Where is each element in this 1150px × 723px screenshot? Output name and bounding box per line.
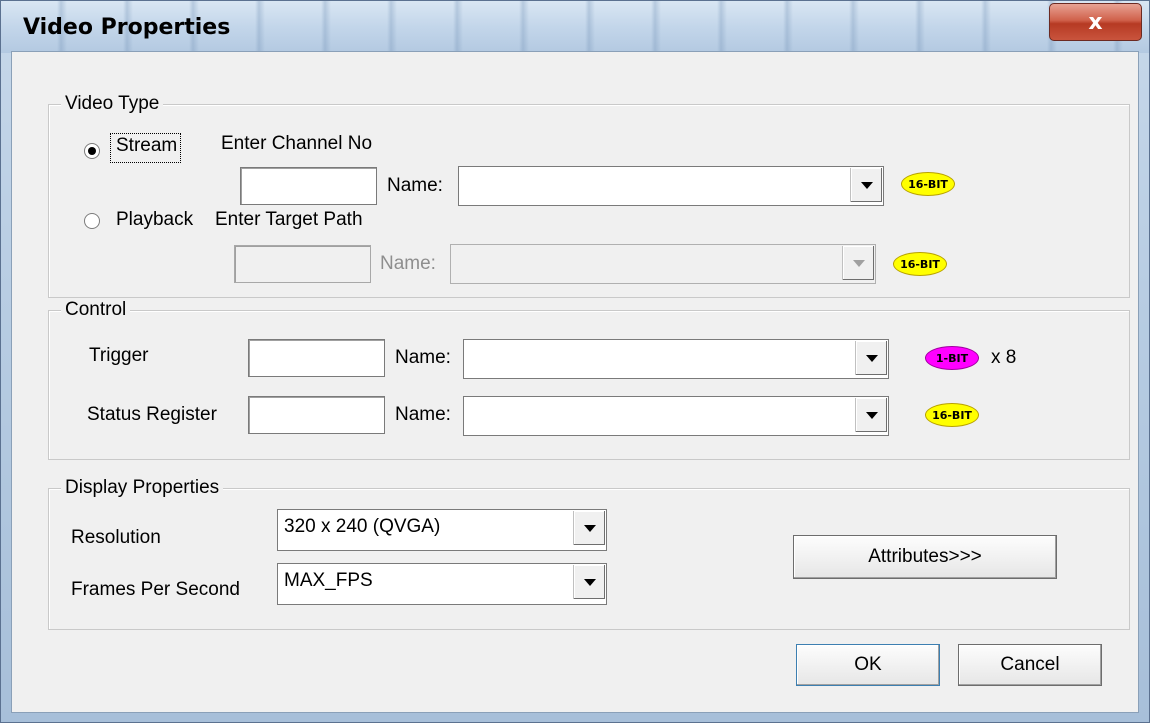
resolution-value: 320 x 240 (QVGA) — [284, 516, 441, 537]
playback-path-input — [234, 245, 371, 283]
status-name-dropdown-button[interactable] — [855, 398, 887, 432]
status-name-combo[interactable] — [463, 396, 889, 436]
close-icon: x — [1088, 9, 1103, 35]
fps-combo[interactable]: MAX_FPS — [277, 563, 607, 605]
chevron-down-icon — [865, 354, 878, 362]
stream-name-combo[interactable] — [458, 166, 884, 206]
ok-button[interactable]: OK — [796, 644, 940, 686]
trigger-label: Trigger — [89, 345, 149, 366]
playback-radio[interactable] — [84, 213, 100, 229]
dialog-window: Video Properties x Video Type Stream Ent… — [0, 0, 1150, 723]
status-16bit-badge: 16-BIT — [925, 403, 979, 427]
playback-16bit-badge: 16-BIT — [893, 252, 947, 276]
video-type-group: Video Type Stream Enter Channel No Name:… — [48, 93, 1130, 298]
control-legend: Control — [61, 299, 131, 321]
stream-name-label: Name: — [387, 175, 443, 196]
chevron-down-icon — [865, 411, 878, 419]
dialog-client-area: Video Type Stream Enter Channel No Name:… — [11, 51, 1139, 713]
window-title: Video Properties — [23, 15, 231, 40]
trigger-1bit-badge: 1-BIT — [925, 346, 979, 370]
status-register-label: Status Register — [87, 404, 217, 425]
stream-radio[interactable] — [84, 143, 100, 159]
status-register-input[interactable] — [248, 396, 385, 434]
chevron-down-icon — [583, 578, 596, 586]
trigger-name-dropdown-button[interactable] — [855, 341, 887, 375]
stream-label[interactable]: Stream — [116, 135, 177, 157]
status-name-label: Name: — [395, 404, 451, 425]
trigger-name-label: Name: — [395, 347, 451, 368]
trigger-multiplier: x 8 — [991, 347, 1017, 368]
title-bar[interactable]: Video Properties x — [1, 1, 1149, 53]
stream-16bit-badge: 16-BIT — [901, 172, 955, 196]
chevron-down-icon — [860, 181, 873, 189]
video-type-legend: Video Type — [61, 93, 164, 115]
display-properties-legend: Display Properties — [61, 477, 224, 499]
trigger-name-combo[interactable] — [463, 339, 889, 379]
playback-name-label: Name: — [380, 253, 436, 274]
chevron-down-icon — [852, 259, 865, 267]
trigger-input[interactable] — [248, 339, 385, 377]
resolution-combo[interactable]: 320 x 240 (QVGA) — [277, 509, 607, 551]
stream-channel-input[interactable] — [240, 167, 377, 205]
cancel-button[interactable]: Cancel — [958, 644, 1102, 686]
fps-value: MAX_FPS — [284, 570, 373, 591]
fps-label: Frames Per Second — [71, 579, 240, 600]
playback-name-dropdown-button — [842, 246, 874, 280]
chevron-down-icon — [583, 524, 596, 532]
enter-channel-label: Enter Channel No — [221, 133, 373, 154]
resolution-label: Resolution — [71, 527, 161, 548]
stream-radio-dot — [88, 147, 96, 155]
control-group: Control Trigger Name: 1-BIT x 8 Status R… — [48, 299, 1130, 460]
playback-name-combo — [450, 244, 876, 284]
attributes-button[interactable]: Attributes>>> — [793, 535, 1057, 579]
display-properties-group: Display Properties Resolution 320 x 240 … — [48, 477, 1130, 630]
enter-target-label: Enter Target Path — [215, 209, 363, 230]
stream-name-dropdown-button[interactable] — [850, 168, 882, 202]
resolution-dropdown-button[interactable] — [573, 511, 605, 545]
fps-dropdown-button[interactable] — [573, 565, 605, 599]
close-button[interactable]: x — [1049, 3, 1142, 41]
playback-label[interactable]: Playback — [116, 209, 193, 231]
